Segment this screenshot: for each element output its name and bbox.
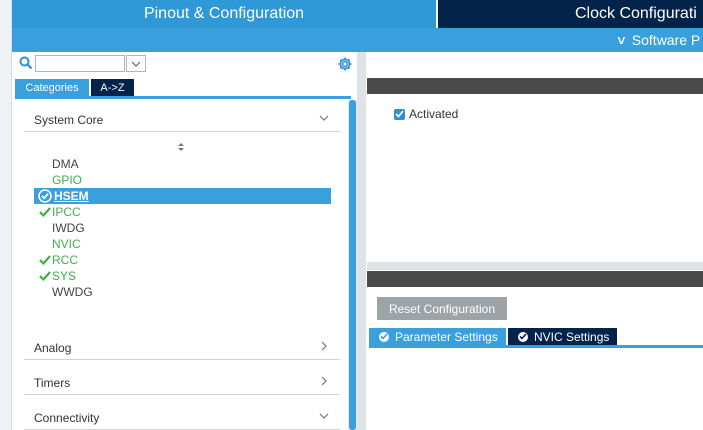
- peripheral-label: IPCC: [52, 205, 81, 219]
- category-system-core[interactable]: System Core: [24, 108, 340, 132]
- horizontal-splitter[interactable]: [367, 262, 703, 270]
- tab-underline: [15, 96, 351, 99]
- peripheral-dma[interactable]: DMA: [38, 156, 79, 172]
- peripheral-label: HSEM: [54, 189, 89, 203]
- peripheral-wwdg[interactable]: WWDG: [38, 284, 93, 300]
- category-label: System Core: [34, 113, 104, 127]
- chevron-down-icon: [131, 61, 141, 67]
- tab-pinout-configuration[interactable]: Pinout & Configuration: [12, 0, 436, 28]
- search-input[interactable]: [35, 55, 125, 72]
- tab-clock-configuration[interactable]: Clock Configurati: [438, 0, 703, 28]
- check-circle-icon: [38, 189, 52, 203]
- category-label: Timers: [34, 376, 71, 390]
- search-icon[interactable]: [19, 56, 33, 70]
- panel-splitter[interactable]: [357, 52, 366, 430]
- peripheral-sys[interactable]: SYS: [38, 268, 76, 284]
- peripheral-gpio[interactable]: GPIO: [38, 172, 82, 188]
- category-connectivity[interactable]: Connectivity: [24, 406, 340, 430]
- peripheral-label: GPIO: [52, 173, 83, 187]
- search-dropdown[interactable]: [126, 55, 146, 72]
- divider: [24, 394, 340, 395]
- check-circle-icon: [518, 331, 528, 342]
- software-packs-label: Software P: [631, 32, 701, 48]
- tab-underline: [369, 345, 703, 348]
- peripheral-ipcc[interactable]: IPCC: [38, 204, 81, 220]
- category-label: Analog: [34, 341, 72, 355]
- tab-label: NVIC Settings: [534, 329, 610, 344]
- peripheral-label: RCC: [52, 253, 78, 267]
- reset-configuration-button[interactable]: Reset Configuration: [377, 297, 507, 320]
- peripheral-nvic[interactable]: NVIC: [38, 236, 81, 252]
- window-left-edge: [0, 0, 12, 430]
- divider: [24, 359, 340, 360]
- left-scrollbar-thumb[interactable]: [349, 100, 356, 430]
- tab-categories[interactable]: Categories: [15, 79, 89, 96]
- chevron-down-icon: [319, 413, 329, 419]
- tab-label: Parameter Settings: [395, 329, 498, 344]
- check-icon: [39, 271, 51, 282]
- sort-icon[interactable]: [176, 141, 186, 153]
- chevron-down-icon: [319, 115, 329, 121]
- peripheral-label: NVIC: [52, 237, 81, 251]
- mode-header-bar: [367, 78, 703, 94]
- chevron-right-icon: [321, 341, 327, 351]
- category-timers[interactable]: Timers: [24, 371, 340, 395]
- sub-toolbar: [12, 28, 703, 52]
- tab-a-to-z[interactable]: A->Z: [91, 79, 134, 96]
- peripheral-label: WWDG: [52, 285, 93, 299]
- divider: [24, 131, 340, 132]
- peripheral-hsem[interactable]: HSEM: [38, 188, 89, 204]
- check-circle-icon: [379, 331, 389, 342]
- chevron-down-icon: ∨: [615, 33, 628, 47]
- activated-label: Activated: [409, 107, 459, 121]
- gear-icon[interactable]: [337, 56, 353, 72]
- check-icon: [39, 255, 51, 266]
- tab-parameter-settings[interactable]: Parameter Settings: [369, 328, 506, 345]
- chevron-right-icon: [321, 376, 327, 386]
- peripheral-rcc[interactable]: RCC: [38, 252, 78, 268]
- peripheral-iwdg[interactable]: IWDG: [38, 220, 85, 236]
- software-packs-menu[interactable]: ∨ Software P: [615, 28, 701, 52]
- configuration-header-bar: [367, 271, 703, 287]
- tab-nvic-settings[interactable]: NVIC Settings: [508, 328, 617, 345]
- checkbox-checked-icon: [394, 108, 405, 120]
- peripheral-label: DMA: [52, 157, 79, 171]
- category-label: Connectivity: [34, 411, 100, 425]
- category-analog[interactable]: Analog: [24, 336, 340, 360]
- peripheral-label: SYS: [52, 269, 77, 283]
- check-icon: [39, 207, 51, 218]
- peripheral-label: IWDG: [52, 221, 85, 235]
- activated-checkbox[interactable]: Activated: [394, 106, 458, 122]
